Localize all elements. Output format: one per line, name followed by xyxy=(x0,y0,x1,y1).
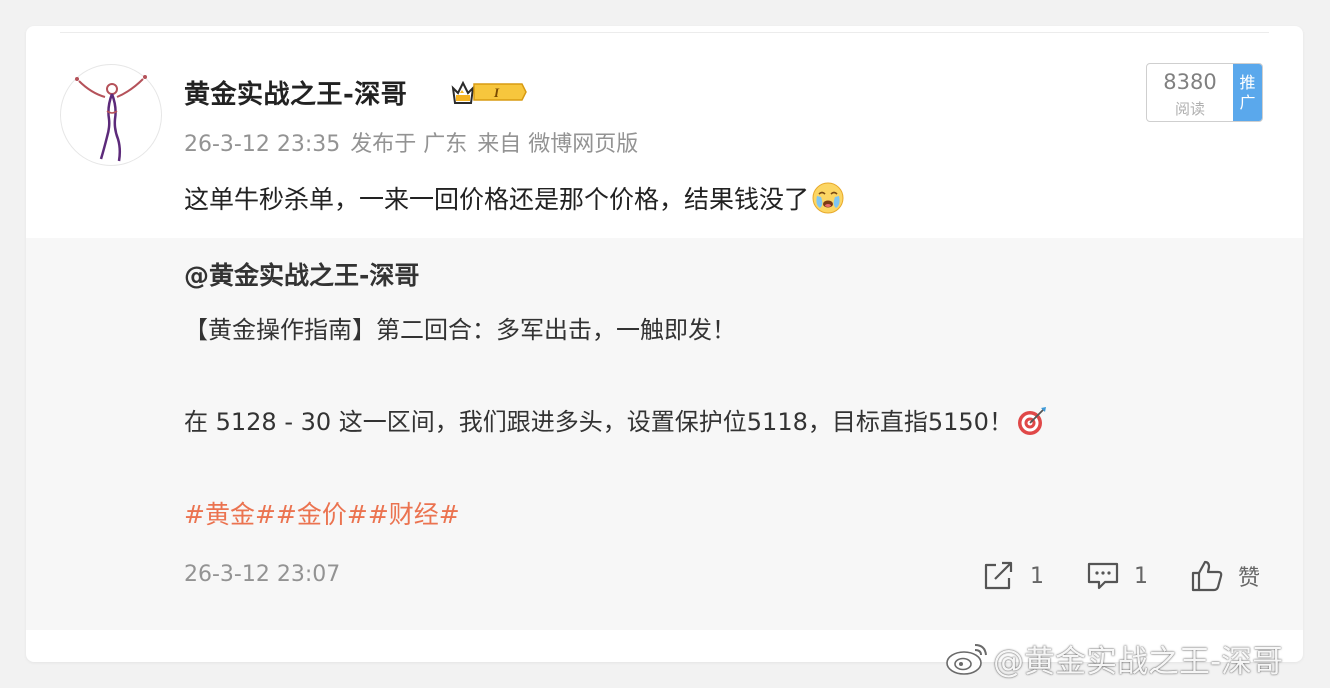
post-text: 这单牛秒杀单，一来一回价格还是那个价格，结果钱没了 xyxy=(184,185,810,214)
post-source: 来自 微博网页版 xyxy=(477,132,639,157)
comment-count: 1 xyxy=(1134,563,1148,589)
weibo-logo-icon xyxy=(946,644,987,675)
post-card: 黄金实战之王-深哥 I 26-3-12 23:35 发布于 广东 来自 微博网页版 … xyxy=(26,26,1303,662)
post-meta: 26-3-12 23:35 发布于 广东 来自 微博网页版 xyxy=(184,126,648,158)
vip-crown-badge-icon[interactable]: I xyxy=(450,78,528,106)
original-timestamp[interactable]: 26-3-12 23:07 xyxy=(184,562,340,587)
watermark: @黄金实战之王-深哥 xyxy=(945,636,1283,680)
read-label: 阅读 xyxy=(1174,100,1205,118)
top-divider xyxy=(60,32,1269,33)
repost-icon xyxy=(984,561,1013,590)
crying-face-icon xyxy=(812,182,844,214)
hashtag-gold[interactable]: #黄金# xyxy=(184,500,276,529)
avatar-figure-icon xyxy=(75,75,147,162)
watermark-text: @黄金实战之王-深哥 xyxy=(993,643,1284,680)
author-name[interactable]: 黄金实战之王-深哥 xyxy=(184,74,407,111)
original-text-line-1: 【黄金操作指南】第二回合：多军出击，一触即发！ xyxy=(184,316,736,344)
original-text-line-2-content: 在 5128 - 30 这一区间，我们跟进多头，设置保护位5118，目标直指51… xyxy=(184,408,1013,436)
read-count-box[interactable]: 8380 阅读 推 广 xyxy=(1146,63,1263,122)
like-label: 赞 xyxy=(1238,566,1261,591)
original-author[interactable]: @黄金实战之王-深哥 xyxy=(184,256,419,292)
target-dart-icon xyxy=(1017,407,1046,435)
read-count: 8380 xyxy=(1163,70,1217,94)
like-button[interactable]: 赞 xyxy=(1190,558,1260,594)
avatar[interactable] xyxy=(60,64,162,166)
reposted-content: @黄金实战之王-深哥 【黄金操作指南】第二回合：多军出击，一触即发！ 在 512… xyxy=(26,238,1303,630)
hashtag-gold-price[interactable]: #金价# xyxy=(276,500,368,529)
promote-button[interactable]: 推 广 xyxy=(1233,64,1262,121)
post-location: 发布于 广东 xyxy=(350,132,468,157)
post-timestamp[interactable]: 26-3-12 23:35 xyxy=(184,132,340,157)
svg-text:I: I xyxy=(493,85,500,100)
repost-count: 1 xyxy=(1030,563,1044,589)
promote-label-1: 推 xyxy=(1239,72,1256,92)
repost-button[interactable]: 1 xyxy=(982,558,1044,594)
comment-icon xyxy=(1087,562,1119,590)
hashtag-finance[interactable]: #财经# xyxy=(368,500,460,529)
comment-button[interactable]: 1 xyxy=(1086,558,1148,594)
original-text-line-2: 在 5128 - 30 这一区间，我们跟进多头，设置保护位5118，目标直指51… xyxy=(184,402,1049,438)
thumbs-up-icon xyxy=(1191,560,1223,592)
hashtag-list: #黄金##金价##财经# xyxy=(184,495,460,531)
post-body: 这单牛秒杀单，一来一回价格还是那个价格，结果钱没了 xyxy=(184,180,845,216)
promote-label-2: 广 xyxy=(1239,92,1256,112)
